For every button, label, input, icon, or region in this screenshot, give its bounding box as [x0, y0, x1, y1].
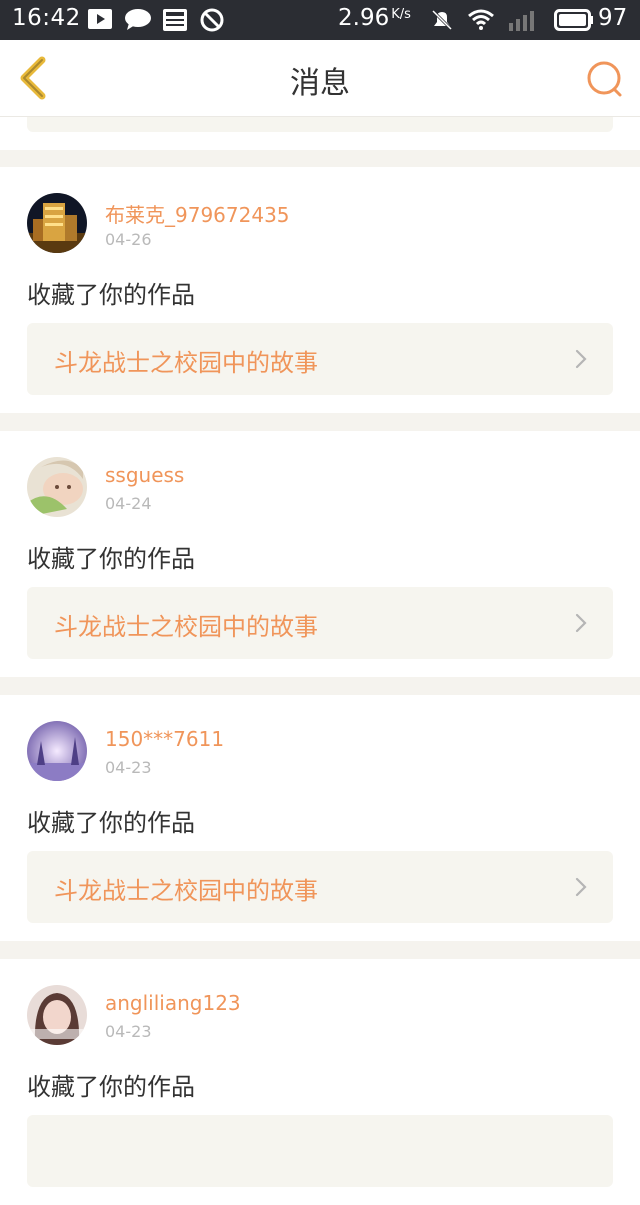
avatar-image [27, 193, 87, 253]
chevron-right-icon [575, 349, 587, 369]
muted-bell-icon [431, 9, 453, 31]
username[interactable]: 布莱克_979672435 [105, 199, 290, 228]
message-action: 收藏了你的作品 [27, 545, 195, 573]
avatar[interactable] [27, 985, 87, 1045]
avatar-image [27, 985, 87, 1045]
username[interactable]: angliliang123 [105, 991, 241, 1015]
status-time: 16:42 [12, 5, 81, 31]
username[interactable]: ssguess [105, 463, 184, 487]
page-title: 消息 [290, 66, 350, 101]
network-speed: 2.96 K/s [338, 5, 411, 31]
battery-icon [554, 9, 593, 31]
list-item: 150***7611 04-23 收藏了你的作品 斗龙战士之校园中的故事 [0, 695, 640, 941]
avatar-image [27, 457, 87, 517]
message-action: 收藏了你的作品 [27, 809, 195, 837]
work-link[interactable]: 斗龙战士之校园中的故事 [27, 587, 613, 659]
chat-icon [125, 9, 151, 30]
avatar-image [27, 721, 87, 781]
nav-bar: 消息 [0, 40, 640, 117]
list-item: ssguess 04-24 收藏了你的作品 斗龙战士之校园中的故事 [0, 431, 640, 677]
video-icon [88, 9, 112, 29]
avatar[interactable] [27, 193, 87, 253]
list-item-partial [0, 117, 640, 150]
block-icon [200, 8, 224, 32]
work-link-partial[interactable] [27, 117, 613, 132]
work-title: 斗龙战士之校园中的故事 [54, 349, 318, 377]
search-button[interactable] [584, 58, 626, 100]
chevron-right-icon [575, 613, 587, 633]
chevron-right-icon [575, 877, 587, 897]
message-action: 收藏了你的作品 [27, 1073, 195, 1101]
battery-level: 97 [598, 5, 628, 31]
list-item: 布莱克_979672435 04-26 收藏了你的作品 斗龙战士之校园中的故事 [0, 167, 640, 413]
message-date: 04-23 [105, 1022, 152, 1041]
work-link[interactable]: 斗龙战士之校园中的故事 [27, 851, 613, 923]
status-bar: 16:42 2.96 K/s 97 [0, 0, 640, 40]
search-icon [587, 61, 622, 97]
wifi-icon [468, 9, 494, 30]
work-link[interactable]: 斗龙战士之校园中的故事 [27, 323, 613, 395]
work-link[interactable] [27, 1115, 613, 1187]
work-title: 斗龙战士之校园中的故事 [54, 877, 318, 905]
message-date: 04-23 [105, 758, 152, 777]
news-icon [163, 9, 187, 31]
avatar[interactable] [27, 457, 87, 517]
work-title: 斗龙战士之校园中的故事 [54, 613, 318, 641]
message-date: 04-26 [105, 230, 152, 249]
avatar[interactable] [27, 721, 87, 781]
message-date: 04-24 [105, 494, 152, 513]
signal-icon [509, 11, 534, 31]
list-item: angliliang123 04-23 收藏了你的作品 [0, 959, 640, 1205]
message-action: 收藏了你的作品 [27, 281, 195, 309]
username[interactable]: 150***7611 [105, 727, 224, 751]
